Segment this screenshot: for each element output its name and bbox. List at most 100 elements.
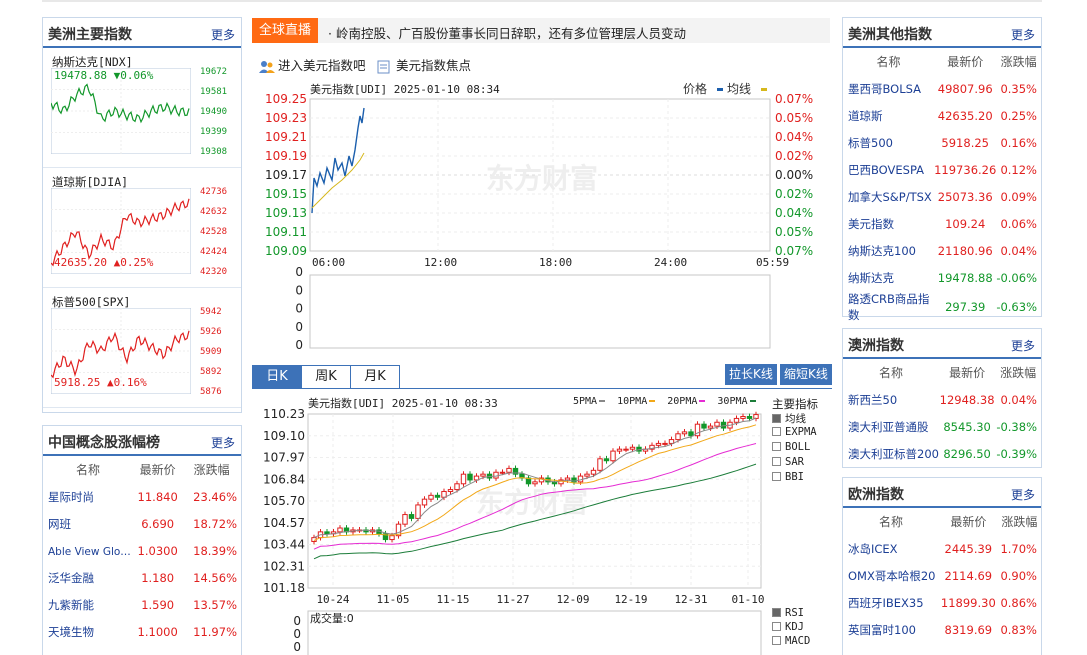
index-name[interactable]: 纳斯达克100: [843, 237, 934, 264]
index-link[interactable]: 巴西BOVESPA: [848, 163, 924, 177]
table-row[interactable]: 冰岛ICEX 2445.39 1.70%: [843, 535, 1041, 562]
index-link[interactable]: 纳斯达克: [848, 271, 894, 285]
stock-name[interactable]: 天境生物: [43, 618, 133, 645]
index-link[interactable]: 冰岛ICEX: [848, 542, 898, 556]
table-row[interactable]: 澳大利亚标普200 8296.50 -0.39%: [843, 440, 1041, 467]
table-row[interactable]: 泛华金融 1.180 14.56%: [43, 564, 241, 591]
index-name[interactable]: 澳大利亚普通股: [843, 413, 939, 440]
table-row[interactable]: 标普500 5918.25 0.16%: [843, 129, 1041, 156]
table-row[interactable]: 美元指数 109.24 0.06%: [843, 210, 1041, 237]
more-link[interactable]: 更多: [211, 26, 235, 43]
stock-link[interactable]: 泛华金融: [48, 571, 94, 585]
stock-link[interactable]: 天境生物: [48, 625, 94, 639]
stock-name[interactable]: 星际时尚: [43, 483, 133, 510]
tab-daily[interactable]: 日K: [252, 365, 302, 389]
lengthen-kline-button[interactable]: 拉长K线: [725, 364, 777, 385]
focus-link-row[interactable]: 美元指数焦点: [377, 55, 471, 74]
table-row[interactable]: 新西兰50 12948.38 0.04%: [843, 386, 1041, 413]
table-row[interactable]: 纳斯达克100 21180.96 0.04%: [843, 237, 1041, 264]
forum-link[interactable]: 进入美元指数吧: [278, 58, 366, 73]
forum-link-row[interactable]: 进入美元指数吧: [259, 55, 366, 74]
index-link[interactable]: 澳大利亚普通股: [848, 420, 929, 434]
table-row[interactable]: 道琼斯 42635.20 0.25%: [843, 102, 1041, 129]
tab-weekly[interactable]: 周K: [301, 365, 351, 389]
index-name[interactable]: 冰岛ICEX: [843, 535, 939, 562]
table-row[interactable]: 路透CRB商品指数 297.39 -0.63%: [843, 291, 1041, 323]
index-link[interactable]: 英国富时100: [848, 623, 916, 637]
index-link[interactable]: 新西兰50: [848, 393, 897, 407]
index-link[interactable]: 标普500: [848, 136, 893, 150]
index-name[interactable]: 新西兰50: [843, 386, 939, 413]
more-link[interactable]: 更多: [1011, 486, 1035, 503]
index-name[interactable]: 英国富时100: [843, 616, 939, 643]
index-link[interactable]: 西班牙IBEX35: [848, 596, 924, 610]
index-link[interactable]: 澳大利亚标普200: [848, 447, 939, 461]
table-row[interactable]: 澳大利亚普通股 8545.30 -0.38%: [843, 413, 1041, 440]
indicator-option[interactable]: 均线: [772, 411, 806, 426]
table-row[interactable]: 九紫新能 1.590 13.57%: [43, 591, 241, 618]
index-link[interactable]: 墨西哥BOLSA: [848, 82, 921, 96]
intraday-chart[interactable]: 109.25 0.07% 109.23 0.05% 109.21 0.04% 109.19 0…: [252, 88, 832, 378]
index-link[interactable]: 纳斯达克100: [848, 244, 916, 258]
shorten-kline-button[interactable]: 缩短K线: [780, 364, 832, 385]
stock-link[interactable]: Able View Glo…: [48, 546, 131, 558]
table-row[interactable]: 纳斯达克 19478.88 -0.06%: [843, 264, 1041, 291]
kline-chart[interactable]: 110.23 109.10 107.97 106.84 105.70 104.57 103.…: [252, 400, 772, 655]
index-name[interactable]: 加拿大S&P/TSX: [843, 183, 934, 210]
index-name[interactable]: 西班牙IBEX35: [843, 589, 939, 616]
index-name[interactable]: 纳斯达克: [843, 264, 934, 291]
checkbox-icon[interactable]: [772, 636, 781, 645]
checkbox-icon[interactable]: [772, 442, 781, 451]
index-name[interactable]: 澳大利亚标普200: [843, 440, 939, 467]
mini-chart-card[interactable]: 道琼斯[DJIA] 42635.20 ▲0.25% 42736 42632 42528 4…: [43, 168, 241, 288]
table-row[interactable]: OMX哥本哈根20 2114.69 0.90%: [843, 562, 1041, 589]
index-link[interactable]: 路透CRB商品指数: [848, 292, 929, 322]
table-row[interactable]: 网班 6.690 18.72%: [43, 510, 241, 537]
table-row[interactable]: 西班牙IBEX35 11899.30 0.86%: [843, 589, 1041, 616]
indicator-option[interactable]: BBI: [772, 471, 804, 483]
stock-link[interactable]: 星际时尚: [48, 490, 94, 504]
index-name[interactable]: 道琼斯: [843, 102, 934, 129]
stock-name[interactable]: Able View Glo…: [43, 537, 133, 564]
checkbox-icon[interactable]: [772, 427, 781, 436]
table-row[interactable]: 墨西哥BOLSA 49807.96 0.35%: [843, 75, 1041, 102]
more-link[interactable]: 更多: [1011, 337, 1035, 354]
checkbox-icon[interactable]: [772, 472, 781, 481]
index-name[interactable]: 美元指数: [843, 210, 934, 237]
stock-link[interactable]: 九紫新能: [48, 598, 94, 612]
index-name[interactable]: OMX哥本哈根20: [843, 562, 939, 589]
indicator-option[interactable]: SAR: [772, 456, 804, 468]
index-name[interactable]: 路透CRB商品指数: [843, 291, 934, 323]
index-name[interactable]: 巴西BOVESPA: [843, 156, 934, 183]
news-headline[interactable]: · 岭南控股、广百股份董事长同日辞职，还有多位管理层人员变动: [328, 23, 686, 42]
stock-link[interactable]: 网班: [48, 517, 71, 531]
indicator-option[interactable]: BOLL: [772, 441, 810, 453]
more-link[interactable]: 更多: [211, 434, 235, 451]
table-row[interactable]: 天境生物 1.1000 11.97%: [43, 618, 241, 645]
index-link[interactable]: 美元指数: [848, 217, 894, 231]
checkbox-icon[interactable]: [772, 414, 781, 423]
mini-chart-card[interactable]: 纳斯达克[NDX] 19478.88 ▼0.06% 19672 19581 19490 1…: [43, 48, 241, 168]
stock-name[interactable]: 泛华金融: [43, 564, 133, 591]
sub-indicator-option[interactable]: RSI: [772, 607, 804, 619]
index-link[interactable]: 加拿大S&P/TSX: [848, 190, 932, 204]
sub-indicator-option[interactable]: KDJ: [772, 621, 804, 633]
index-link[interactable]: 道琼斯: [848, 109, 883, 123]
stock-name[interactable]: 九紫新能: [43, 591, 133, 618]
focus-link[interactable]: 美元指数焦点: [396, 58, 471, 73]
live-news-tag[interactable]: 全球直播: [252, 18, 318, 43]
indicator-option[interactable]: EXPMA: [772, 426, 817, 438]
index-name[interactable]: 标普500: [843, 129, 934, 156]
table-row[interactable]: Able View Glo… 1.0300 18.39%: [43, 537, 241, 564]
sub-indicator-option[interactable]: MACD: [772, 635, 810, 647]
checkbox-icon[interactable]: [772, 608, 781, 617]
index-link[interactable]: OMX哥本哈根20: [848, 569, 936, 583]
table-row[interactable]: 星际时尚 11.840 23.46%: [43, 483, 241, 510]
table-row[interactable]: 巴西BOVESPA 119736.26 0.12%: [843, 156, 1041, 183]
table-row[interactable]: 加拿大S&P/TSX 25073.36 0.09%: [843, 183, 1041, 210]
mini-chart-card[interactable]: 标普500[SPX] 5918.25 ▲0.16% 5942 5926 5909 5892…: [43, 288, 241, 408]
tab-monthly[interactable]: 月K: [350, 365, 400, 389]
stock-name[interactable]: 网班: [43, 510, 133, 537]
checkbox-icon[interactable]: [772, 457, 781, 466]
index-name[interactable]: 墨西哥BOLSA: [843, 75, 934, 102]
